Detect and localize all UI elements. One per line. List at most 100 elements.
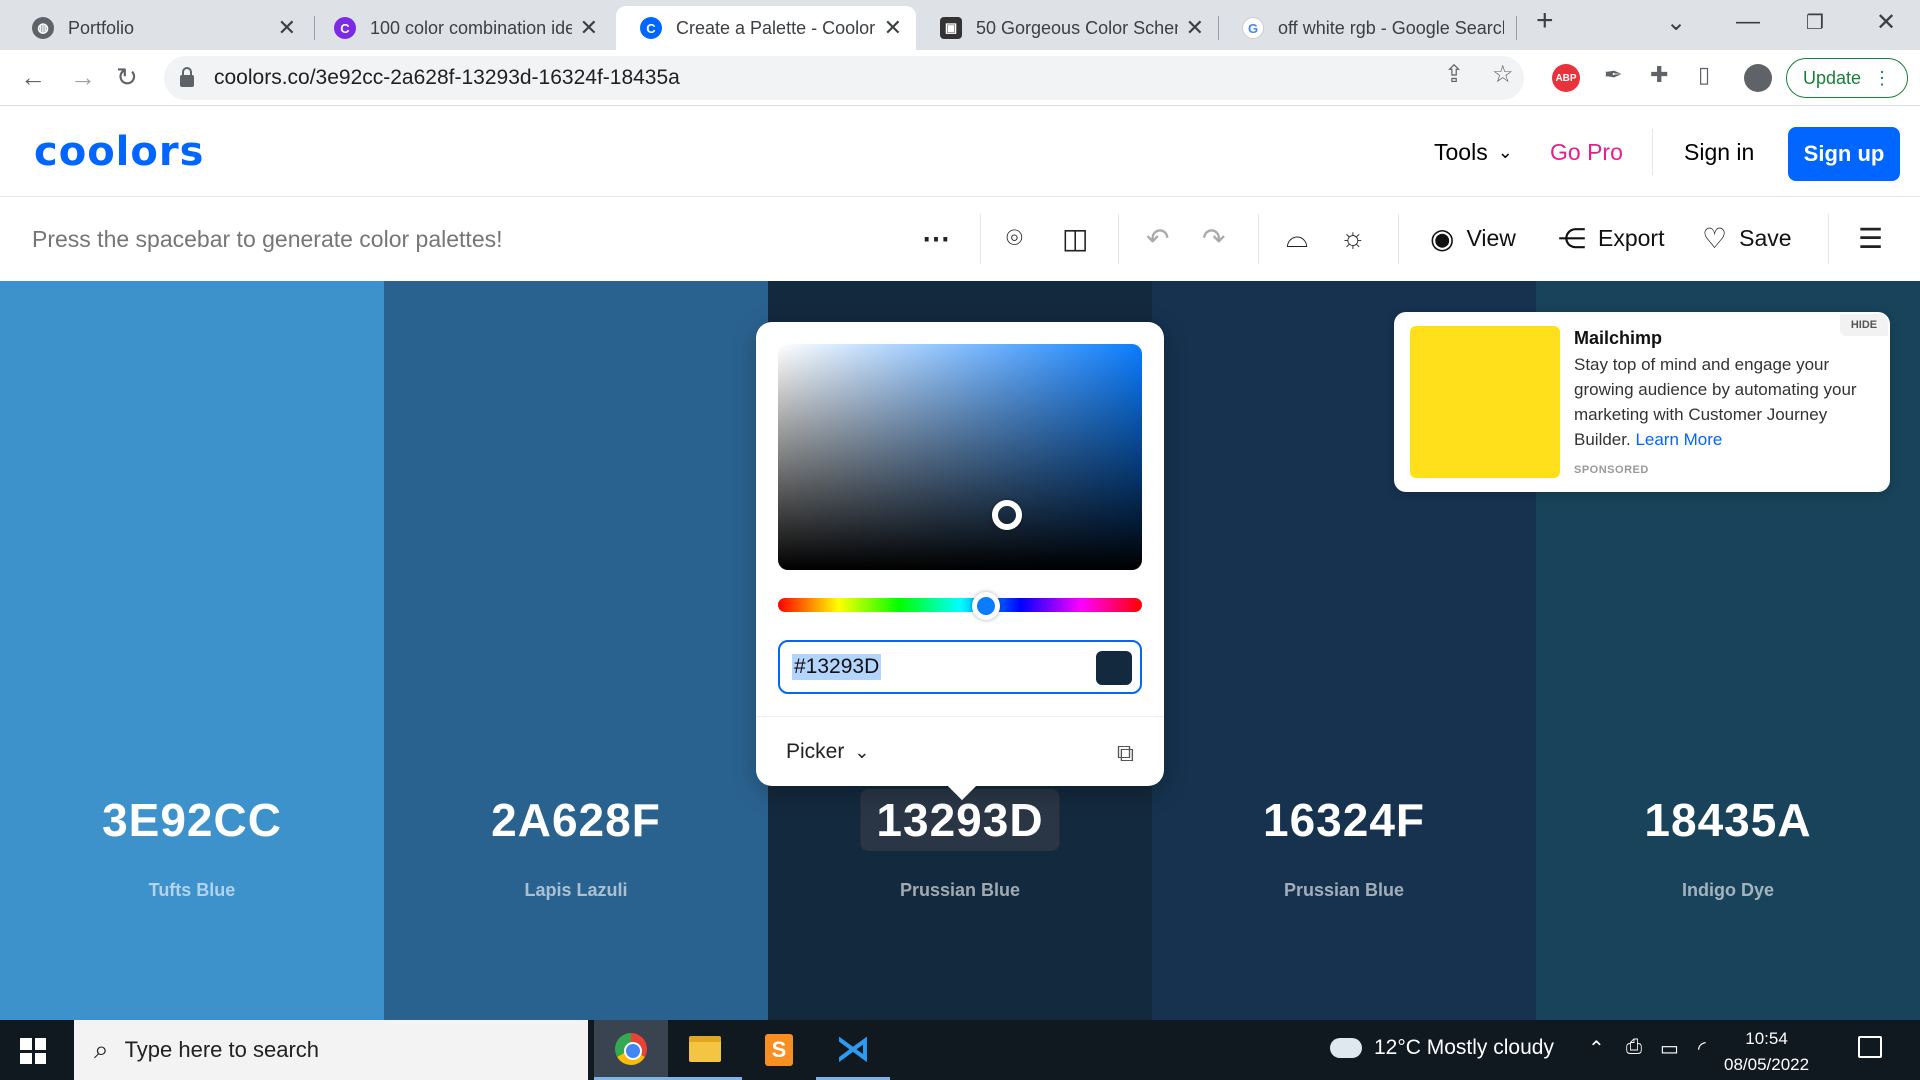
taskbar-vscode[interactable]: ⋊ xyxy=(816,1020,890,1080)
close-icon[interactable]: ✕ xyxy=(580,15,598,41)
minimize-icon[interactable]: — xyxy=(1736,8,1760,36)
windows-start-icon[interactable] xyxy=(20,1038,46,1064)
generator-toolbar: Press the spacebar to generate color pal… xyxy=(0,198,1920,281)
restore-icon[interactable]: ❐ xyxy=(1806,10,1824,35)
tab-search-icon[interactable]: ⌄ xyxy=(1666,8,1686,37)
taskbar-sublime[interactable]: S xyxy=(742,1020,816,1080)
reload-icon[interactable]: ↻ xyxy=(116,62,138,93)
bookmark-star-icon[interactable]: ☆ xyxy=(1492,60,1514,89)
chevron-up-icon[interactable]: ⌃ xyxy=(1588,1036,1605,1061)
view-label: View xyxy=(1466,225,1516,251)
cloud-icon xyxy=(1330,1038,1362,1058)
sign-in-link[interactable]: Sign in xyxy=(1684,139,1754,166)
saturation-value-area[interactable] xyxy=(778,344,1142,570)
heart-icon: ♡ xyxy=(1702,223,1728,254)
window-close-icon[interactable]: ✕ xyxy=(1876,8,1896,37)
eyedropper-icon[interactable]: ✒ xyxy=(1604,62,1622,88)
picker-mode-dropdown[interactable]: Picker ⌄ xyxy=(786,740,869,764)
swatch-name[interactable]: Prussian Blue xyxy=(1152,880,1536,901)
learn-more-link[interactable]: Learn More xyxy=(1635,430,1722,449)
redo-icon[interactable]: ↷ xyxy=(1202,222,1225,255)
coolors-logo[interactable]: coolors xyxy=(34,129,204,175)
tab-title: Create a Palette - Coolors xyxy=(676,17,876,38)
tools-menu[interactable]: Tools ⌄ xyxy=(1434,139,1513,166)
url-text: coolors.co/3e92cc-2a628f-13293d-16324f-1… xyxy=(214,66,680,89)
view-button[interactable]: ◉ View xyxy=(1430,222,1516,255)
swatch-hex[interactable]: 3E92CC xyxy=(0,793,384,847)
clock-time: 10:54 xyxy=(1745,1029,1788,1048)
canva-icon: C xyxy=(334,17,356,39)
save-label: Save xyxy=(1739,225,1792,251)
new-tab-icon[interactable]: + xyxy=(1536,4,1554,38)
color-picker-popup: #13293D Picker ⌄ ⧉ xyxy=(756,322,1164,786)
notification-icon[interactable] xyxy=(1858,1036,1882,1058)
wifi-icon[interactable]: ◜ xyxy=(1698,1036,1706,1061)
hamburger-menu-icon[interactable]: ☰ xyxy=(1858,222,1883,255)
brightness-icon[interactable]: ☼ xyxy=(1340,222,1366,254)
forward-icon[interactable]: → xyxy=(70,62,96,93)
toolbar-divider xyxy=(980,214,981,264)
search-icon: ⌕ xyxy=(94,1034,109,1064)
tab-portfolio[interactable]: ◍ Portfolio ✕ xyxy=(8,6,310,50)
share-icon[interactable]: ⇪ xyxy=(1444,60,1464,89)
close-icon[interactable]: ✕ xyxy=(278,15,296,41)
taskbar-file-explorer[interactable] xyxy=(668,1020,742,1080)
copy-icon[interactable]: ⧉ xyxy=(1117,740,1134,768)
extensions-puzzle-icon[interactable]: ✚ xyxy=(1650,62,1668,88)
clock[interactable]: 10:54 08/05/2022 xyxy=(1724,1026,1809,1078)
go-pro-link[interactable]: Go Pro xyxy=(1550,139,1623,166)
swatch-name[interactable]: Tufts Blue xyxy=(0,880,384,901)
tab-title: 50 Gorgeous Color Schemes xyxy=(976,17,1178,38)
ad-text: Stay top of mind and engage your growing… xyxy=(1574,352,1880,452)
back-icon[interactable]: ← xyxy=(20,62,46,93)
saturation-handle[interactable] xyxy=(992,500,1022,530)
swatch-name[interactable]: Indigo Dye xyxy=(1536,880,1920,901)
close-icon[interactable]: ✕ xyxy=(884,15,902,41)
hex-input[interactable]: #13293D xyxy=(778,640,1142,694)
tab-color-combination[interactable]: C 100 color combination ideas ✕ xyxy=(310,6,612,50)
tab-google-search[interactable]: G off white rgb - Google Search xyxy=(1218,6,1518,50)
more-options-icon[interactable]: ⋯ xyxy=(922,222,950,255)
header-divider xyxy=(1652,129,1653,175)
taskbar-chrome[interactable] xyxy=(594,1020,668,1080)
eye-icon: ◉ xyxy=(1430,223,1455,254)
glasses-icon[interactable]: ⌓ xyxy=(1286,222,1308,255)
save-button[interactable]: ♡ Save xyxy=(1702,222,1792,255)
site-icon: ▣ xyxy=(940,17,962,39)
sponsored-ad[interactable]: Mailchimp Stay top of mind and engage yo… xyxy=(1394,312,1890,492)
profile-avatar[interactable] xyxy=(1744,64,1772,92)
windows-taskbar: ⌕ Type here to search S ⋊ 12°C Mostly cl… xyxy=(0,1020,1920,1080)
mailchimp-ad-image[interactable] xyxy=(1410,326,1560,478)
tab-title: 100 color combination ideas xyxy=(370,17,572,38)
swatch-name[interactable]: Prussian Blue xyxy=(768,880,1152,901)
hide-ad-button[interactable]: HIDE xyxy=(1840,314,1888,336)
meet-icon[interactable]: ⎙ xyxy=(1626,1036,1642,1059)
taskbar-search[interactable]: ⌕ Type here to search xyxy=(74,1020,588,1080)
swatch-name[interactable]: Lapis Lazuli xyxy=(384,880,768,901)
undo-icon[interactable]: ↶ xyxy=(1146,222,1169,255)
color-preview-chip xyxy=(1096,651,1132,685)
side-panel-icon[interactable]: ▯ xyxy=(1698,62,1710,88)
update-button[interactable]: Update ⋮ xyxy=(1786,58,1908,98)
spacebar-hint: Press the spacebar to generate color pal… xyxy=(32,226,503,252)
swatch-hex[interactable]: 16324F xyxy=(1152,793,1536,847)
swatch-hex[interactable]: 2A628F xyxy=(384,793,768,847)
hue-handle[interactable] xyxy=(972,592,1000,620)
swatch-hex[interactable]: 18435A xyxy=(1536,793,1920,847)
hex-input-value: #13293D xyxy=(792,654,882,680)
camera-icon[interactable]: ⌾ xyxy=(1006,222,1023,255)
weather-widget[interactable]: 12°C Mostly cloudy xyxy=(1330,1036,1554,1060)
sign-up-button[interactable]: Sign up xyxy=(1788,127,1900,181)
tab-coolors[interactable]: C Create a Palette - Coolors ✕ xyxy=(616,6,916,50)
swatch-tufts-blue[interactable]: 3E92CC Tufts Blue xyxy=(0,281,384,1020)
tab-color-schemes[interactable]: ▣ 50 Gorgeous Color Schemes ✕ xyxy=(916,6,1218,50)
battery-icon[interactable]: ▭ xyxy=(1660,1036,1679,1061)
hue-slider[interactable] xyxy=(778,598,1142,612)
swatch-lapis-lazuli[interactable]: 2A628F Lapis Lazuli xyxy=(384,281,768,1020)
close-icon[interactable]: ✕ xyxy=(1186,15,1204,41)
split-view-icon[interactable]: ◫ xyxy=(1062,222,1088,255)
address-bar[interactable]: coolors.co/3e92cc-2a628f-13293d-16324f-1… xyxy=(164,56,1524,100)
toolbar-divider xyxy=(1258,214,1259,264)
adblock-icon[interactable]: ABP xyxy=(1552,64,1580,92)
export-button[interactable]: ⋲ Export xyxy=(1558,222,1664,255)
